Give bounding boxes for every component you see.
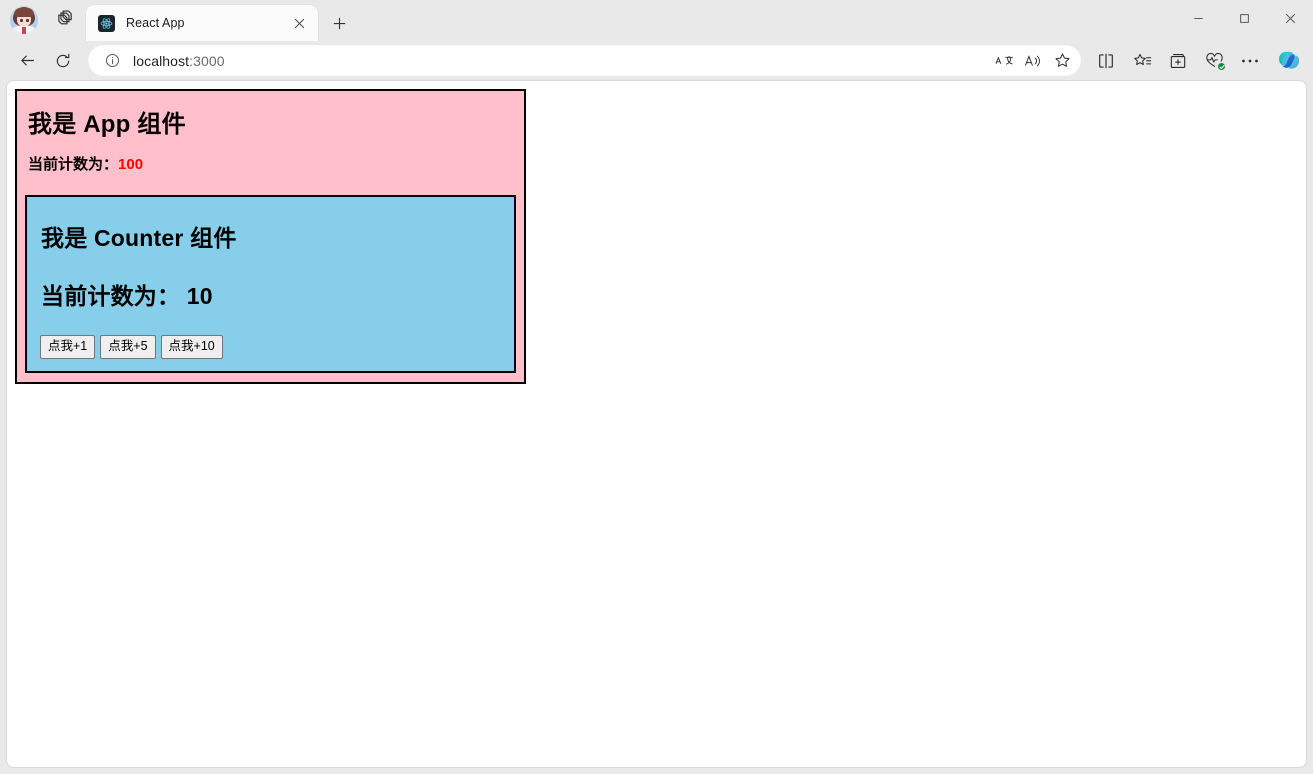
omnibox-actions (990, 47, 1076, 74)
page-viewport: 我是 App 组件 当前计数为：100 我是 Counter 组件 当前计数为：… (6, 80, 1307, 768)
translate-icon[interactable] (990, 47, 1018, 74)
tab-strip: React App (0, 0, 1313, 41)
new-tab-button[interactable] (324, 8, 354, 38)
read-aloud-icon[interactable] (1019, 47, 1047, 74)
url-host: localhost (133, 52, 190, 69)
minimize-button[interactable] (1175, 0, 1221, 36)
back-button[interactable] (10, 45, 44, 76)
maximize-button[interactable] (1221, 0, 1267, 36)
window-controls (1175, 0, 1313, 36)
increment-by-10-button[interactable]: 点我+10 (160, 335, 223, 359)
app-component-title: 我是 App 组件 (28, 111, 186, 138)
address-bar[interactable]: localhost:3000 (88, 45, 1081, 76)
split-screen-icon[interactable] (1089, 45, 1123, 76)
browser-tab[interactable]: React App (86, 5, 318, 41)
workspaces-button[interactable] (48, 5, 82, 35)
favorite-star-icon[interactable] (1048, 47, 1076, 74)
avatar-eye-right (26, 18, 29, 22)
status-check-badge (1217, 62, 1226, 71)
url-text[interactable]: localhost:3000 (125, 53, 990, 69)
increment-by-1-button[interactable]: 点我+1 (40, 335, 96, 359)
copilot-icon[interactable] (1273, 45, 1305, 77)
favorites-icon[interactable] (1125, 45, 1159, 76)
refresh-button[interactable] (46, 45, 80, 76)
react-logo-icon (98, 14, 115, 32)
app-count-label: 当前计数为： (28, 156, 119, 174)
app-component-count: 当前计数为：100 (28, 153, 516, 174)
react-app-root: 我是 App 组件 当前计数为：100 我是 Counter 组件 当前计数为：… (7, 81, 1306, 392)
counter-component-title: 我是 Counter 组件 (41, 225, 237, 252)
close-window-button[interactable] (1267, 0, 1313, 36)
tab-title: React App (126, 16, 185, 30)
counter-button-row: 点我+1 点我+5 点我+10 (40, 335, 504, 359)
url-port: :3000 (189, 52, 225, 69)
browser-essentials-icon[interactable] (1197, 45, 1231, 76)
workspaces-icon (56, 8, 75, 32)
site-info-icon[interactable] (99, 48, 125, 74)
app-component-container: 我是 App 组件 当前计数为：100 我是 Counter 组件 当前计数为：… (15, 89, 526, 384)
counter-component-container: 我是 Counter 组件 当前计数为： 10 点我+1 点我+5 点我+10 (25, 195, 516, 373)
profile-avatar[interactable] (10, 5, 38, 34)
tab-close-button[interactable] (288, 12, 310, 34)
increment-by-5-button[interactable]: 点我+5 (100, 335, 156, 359)
collections-icon[interactable] (1161, 45, 1195, 76)
chrome-left-icons (6, 0, 86, 41)
avatar-bangs (14, 7, 34, 17)
avatar-eye-left (20, 18, 23, 22)
avatar-tie (22, 26, 26, 34)
settings-more-icon[interactable] (1233, 45, 1267, 76)
app-count-value: 100 (118, 156, 144, 174)
counter-component-count: 当前计数为： 10 (41, 283, 213, 310)
browser-window: React App localhost:3000 我是 App 组件 当前计数为… (0, 0, 1313, 774)
navigation-toolbar: localhost:3000 (0, 41, 1313, 80)
